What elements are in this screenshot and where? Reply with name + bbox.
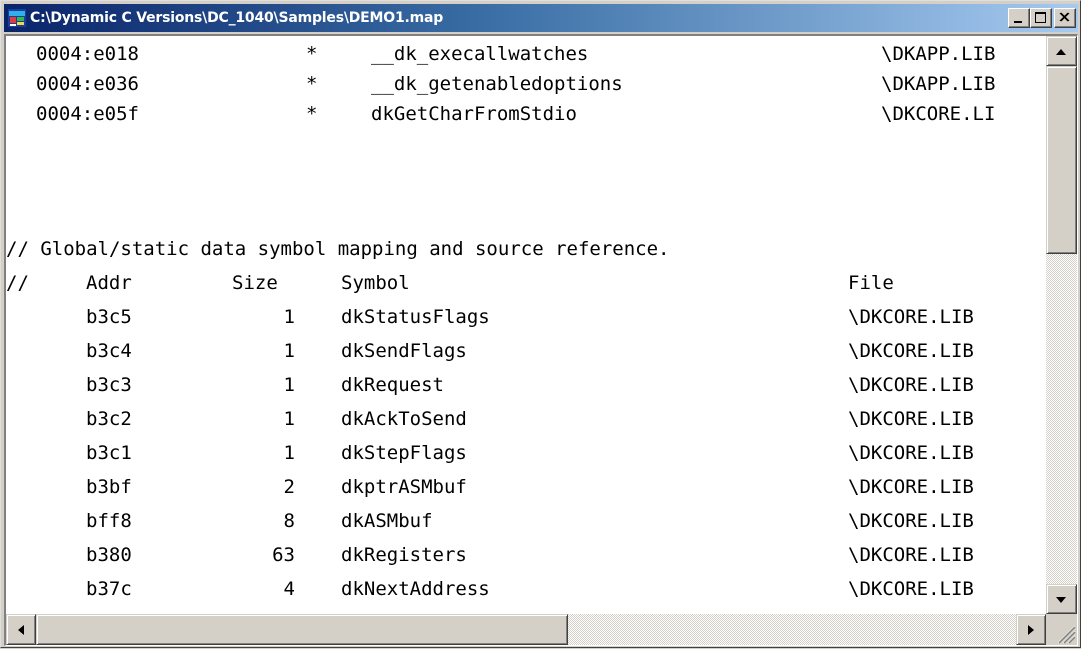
title-bar[interactable]: C:\Dynamic C Versions\DC_1040\Samples\DE… [4, 4, 1078, 32]
data-size: 1 [283, 442, 295, 464]
data-symbol-row: b380 63 dkRegisters \DKCORE.LIB [6, 540, 1046, 570]
data-symbol-row: b3c1 1 dkStepFlags \DKCORE.LIB [6, 438, 1046, 468]
data-address: b3bf [86, 476, 132, 498]
text-area[interactable]: 0004:e018 * __dk_execallwatches \DKAPP.L… [6, 36, 1046, 614]
scroll-left-arrow-icon [18, 625, 24, 635]
data-symbol: dkptrASMbuf [341, 476, 467, 498]
code-marker: * [306, 73, 318, 95]
data-symbol: dkASMbuf [341, 510, 433, 532]
code-file: \DKCORE.LI [881, 103, 996, 125]
data-symbol: dkRequest [341, 374, 444, 396]
data-symbol: dkStepFlags [341, 442, 467, 464]
data-file: \DKCORE.LIB [848, 476, 974, 498]
data-address: bff8 [86, 510, 132, 532]
window-title: C:\Dynamic C Versions\DC_1040\Samples\DE… [30, 10, 444, 26]
data-table-header: // Addr Size Symbol File [6, 268, 1046, 298]
code-file: \DKAPP.LIB [881, 73, 996, 95]
data-size: 1 [283, 340, 295, 362]
code-symbol: dkGetCharFromStdio [371, 103, 577, 125]
code-symbol: __dk_execallwatches [371, 43, 589, 65]
code-symbol-line: 0004:e018 * __dk_execallwatches \DKAPP.L… [6, 39, 1046, 69]
data-size: 8 [283, 510, 295, 532]
header-addr: Addr [86, 272, 132, 294]
data-file: \DKCORE.LIB [848, 374, 974, 396]
data-size: 4 [283, 578, 295, 600]
dynamic-c-app-icon [8, 9, 26, 27]
code-address: 0004:e018 [36, 43, 139, 65]
close-button[interactable] [1054, 8, 1076, 28]
code-address: 0004:e036 [36, 73, 139, 95]
code-symbol-line: 0004:e05f * dkGetCharFromStdio \DKCORE.L… [6, 99, 1046, 129]
data-address: b37c [86, 578, 132, 600]
header-comment: // [6, 272, 29, 294]
data-file: \DKCORE.LIB [848, 442, 974, 464]
header-size: Size [232, 272, 278, 294]
code-file: \DKAPP.LIB [881, 43, 996, 65]
data-symbol: dkAckToSend [341, 408, 467, 430]
minimize-button[interactable] [1008, 8, 1030, 28]
data-address: b3c4 [86, 340, 132, 362]
code-symbol-line: 0004:e036 * __dk_getenabledoptions \DKAP… [6, 69, 1046, 99]
close-icon [1059, 12, 1070, 22]
data-file: \DKCORE.LIB [848, 408, 974, 430]
data-size: 1 [283, 374, 295, 396]
code-marker: * [306, 43, 318, 65]
data-size: 1 [283, 408, 295, 430]
data-size: 1 [283, 306, 295, 328]
data-address: b3c5 [86, 306, 132, 328]
map-file-window: C:\Dynamic C Versions\DC_1040\Samples\DE… [0, 0, 1081, 648]
maximize-button[interactable] [1030, 8, 1052, 28]
scroll-right-arrow-icon [1028, 625, 1034, 635]
data-file: \DKCORE.LIB [848, 578, 974, 600]
horizontal-scroll-thumb[interactable] [36, 614, 568, 645]
scroll-right-button[interactable] [1016, 614, 1046, 645]
data-file: \DKCORE.LIB [848, 510, 974, 532]
maximize-icon [1035, 12, 1046, 23]
data-symbol-row: b3c3 1 dkRequest \DKCORE.LIB [6, 370, 1046, 400]
section-comment: // Global/static data symbol mapping and… [6, 238, 670, 260]
data-symbol-row: bff8 8 dkASMbuf \DKCORE.LIB [6, 506, 1046, 536]
code-symbol: __dk_getenabledoptions [371, 73, 623, 95]
scroll-up-button[interactable] [1046, 36, 1077, 66]
data-symbol: dkStatusFlags [341, 306, 490, 328]
vertical-scroll-thumb[interactable] [1046, 66, 1077, 254]
code-address: 0004:e05f [36, 103, 139, 125]
resize-grip-icon [1057, 625, 1076, 644]
size-grip[interactable] [1046, 614, 1077, 645]
data-symbol-row: b37c 4 dkNextAddress \DKCORE.LIB [6, 574, 1046, 604]
header-file: File [848, 272, 894, 294]
data-symbol-row: b3bf 2 dkptrASMbuf \DKCORE.LIB [6, 472, 1046, 502]
scroll-left-button[interactable] [6, 614, 36, 645]
data-symbol: dkNextAddress [341, 578, 490, 600]
data-symbol: dkRegisters [341, 544, 467, 566]
data-symbol: dkSendFlags [341, 340, 467, 362]
scroll-down-button[interactable] [1046, 584, 1077, 614]
map-file-editor[interactable]: 0004:e018 * __dk_execallwatches \DKAPP.L… [4, 34, 1078, 646]
header-symbol: Symbol [341, 272, 410, 294]
data-size: 2 [283, 476, 295, 498]
minimize-icon [1014, 21, 1022, 23]
data-symbol-row: b3c5 1 dkStatusFlags \DKCORE.LIB [6, 302, 1046, 332]
code-marker: * [306, 103, 318, 125]
data-file: \DKCORE.LIB [848, 544, 974, 566]
data-symbol-row: b3c2 1 dkAckToSend \DKCORE.LIB [6, 404, 1046, 434]
scroll-up-arrow-icon [1056, 49, 1066, 55]
scroll-down-arrow-icon [1056, 597, 1066, 603]
data-size: 63 [272, 544, 295, 566]
data-address: b3c3 [86, 374, 132, 396]
data-symbol-row: b3c4 1 dkSendFlags \DKCORE.LIB [6, 336, 1046, 366]
data-address: b3c1 [86, 442, 132, 464]
data-address: b380 [86, 544, 132, 566]
data-address: b3c2 [86, 408, 132, 430]
data-file: \DKCORE.LIB [848, 340, 974, 362]
data-file: \DKCORE.LIB [848, 306, 974, 328]
